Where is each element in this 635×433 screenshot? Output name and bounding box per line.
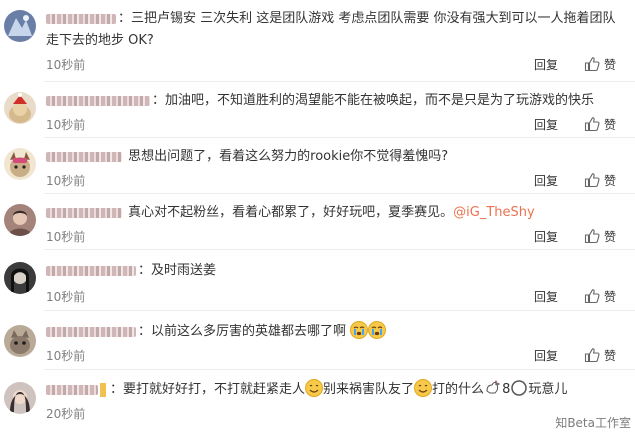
comment-text-5: 玩意儿: [528, 382, 568, 397]
timestamp: 10秒前: [46, 349, 86, 363]
thumbs-up-icon[interactable]: [584, 56, 600, 72]
like-button[interactable]: 赞: [604, 228, 616, 245]
crying-emoji-icon: [350, 321, 369, 339]
like-button[interactable]: 赞: [604, 56, 616, 73]
comment-text-3: 打的什么: [432, 382, 485, 397]
comment-item: ：加油吧，不知道胜利的渴望能不能在被唤起，而不是只是为了玩游戏的快乐 10秒前 …: [0, 82, 635, 138]
comment-item: 思想出问题了，看着这么努力的rookie你不觉得羞愧吗? 10秒前 回复 赞: [0, 138, 635, 194]
comment-text-2: 别来祸害队友了: [323, 382, 415, 397]
comment-item: ：以前这么多厉害的英雄都去哪了啊 10秒前 回复 赞: [0, 311, 635, 370]
comment-text: 三把卢锡安 三次失利 这是团队游戏 考虑点团队需要 你没有强大到可以一人拖着团队: [131, 11, 616, 26]
timestamp: 10秒前: [46, 174, 86, 188]
mention-link[interactable]: @iG_TheShy: [453, 205, 535, 220]
username[interactable]: [46, 384, 98, 395]
comment-item: ：及时雨送姜 10秒前 回复 赞: [0, 250, 635, 311]
avatar[interactable]: [4, 92, 36, 124]
timestamp: 10秒前: [46, 290, 86, 304]
like-button[interactable]: 赞: [604, 347, 616, 364]
reply-button[interactable]: 回复: [534, 56, 558, 73]
comment-text: 要打就好好打，不打就赶紧走人: [123, 382, 306, 397]
avatar[interactable]: [4, 262, 36, 294]
comment-text: 及时雨送姜: [151, 263, 217, 278]
crying-emoji-icon: [368, 321, 387, 339]
timestamp: 10秒前: [46, 230, 86, 244]
avatar[interactable]: [4, 10, 36, 42]
avatar[interactable]: [4, 204, 36, 236]
reply-button[interactable]: 回复: [534, 172, 558, 189]
comment-text-4: 8: [502, 382, 511, 397]
thumbs-up-icon[interactable]: [584, 228, 600, 244]
timestamp: 20秒前: [46, 407, 86, 421]
username[interactable]: [46, 265, 136, 276]
watermark: 知Beta工作室: [555, 416, 631, 430]
username[interactable]: [46, 207, 122, 218]
avatar[interactable]: [4, 325, 36, 357]
comment-item: ：要打就好好打，不打就赶紧走人 别来祸害队友了 打的什么 8 玩意儿 20秒前: [0, 370, 635, 433]
timestamp: 10秒前: [46, 118, 86, 132]
username[interactable]: [46, 326, 136, 337]
comment-item: ：三把卢锡安 三次失利 这是团队游戏 考虑点团队需要 你没有强大到可以一人拖着团…: [0, 0, 635, 82]
thumbs-up-icon[interactable]: [584, 116, 600, 132]
thumbs-up-icon[interactable]: [584, 347, 600, 363]
avatar[interactable]: [4, 148, 36, 180]
reply-button[interactable]: 回复: [534, 347, 558, 364]
smile-emoji-icon: [414, 379, 433, 397]
circle-emoji-icon: [511, 380, 528, 396]
reply-button[interactable]: 回复: [534, 116, 558, 133]
like-button[interactable]: 赞: [604, 116, 616, 133]
reply-button[interactable]: 回复: [534, 228, 558, 245]
smile-emoji-icon: [305, 379, 324, 397]
username[interactable]: [46, 95, 150, 106]
avatar[interactable]: [4, 382, 36, 414]
timestamp: 10秒前: [46, 58, 86, 72]
chicken-emoji-icon: [486, 380, 501, 394]
username[interactable]: [46, 13, 116, 24]
like-button[interactable]: 赞: [604, 172, 616, 189]
comment-text: 以前这么多厉害的英雄都去哪了啊: [151, 324, 347, 339]
comment-text: 真心对不起粉丝，看着心都累了，好好玩吧，夏季赛见。: [128, 205, 454, 220]
thumbs-up-icon[interactable]: [584, 172, 600, 188]
username[interactable]: [46, 151, 122, 162]
comment-text-continued: 走下去的地步 OK?: [46, 33, 154, 48]
comment-item: 真心对不起粉丝，看着心都累了，好好玩吧，夏季赛见。@iG_TheShy 10秒前…: [0, 194, 635, 250]
comment-text: 思想出问题了，看着这么努力的rookie你不觉得羞愧吗?: [128, 149, 449, 164]
like-button[interactable]: 赞: [604, 288, 616, 305]
thumbs-up-icon[interactable]: [584, 288, 600, 304]
reply-button[interactable]: 回复: [534, 288, 558, 305]
comment-text: 加油吧，不知道胜利的渴望能不能在被唤起，而不是只是为了玩游戏的快乐: [165, 93, 595, 108]
